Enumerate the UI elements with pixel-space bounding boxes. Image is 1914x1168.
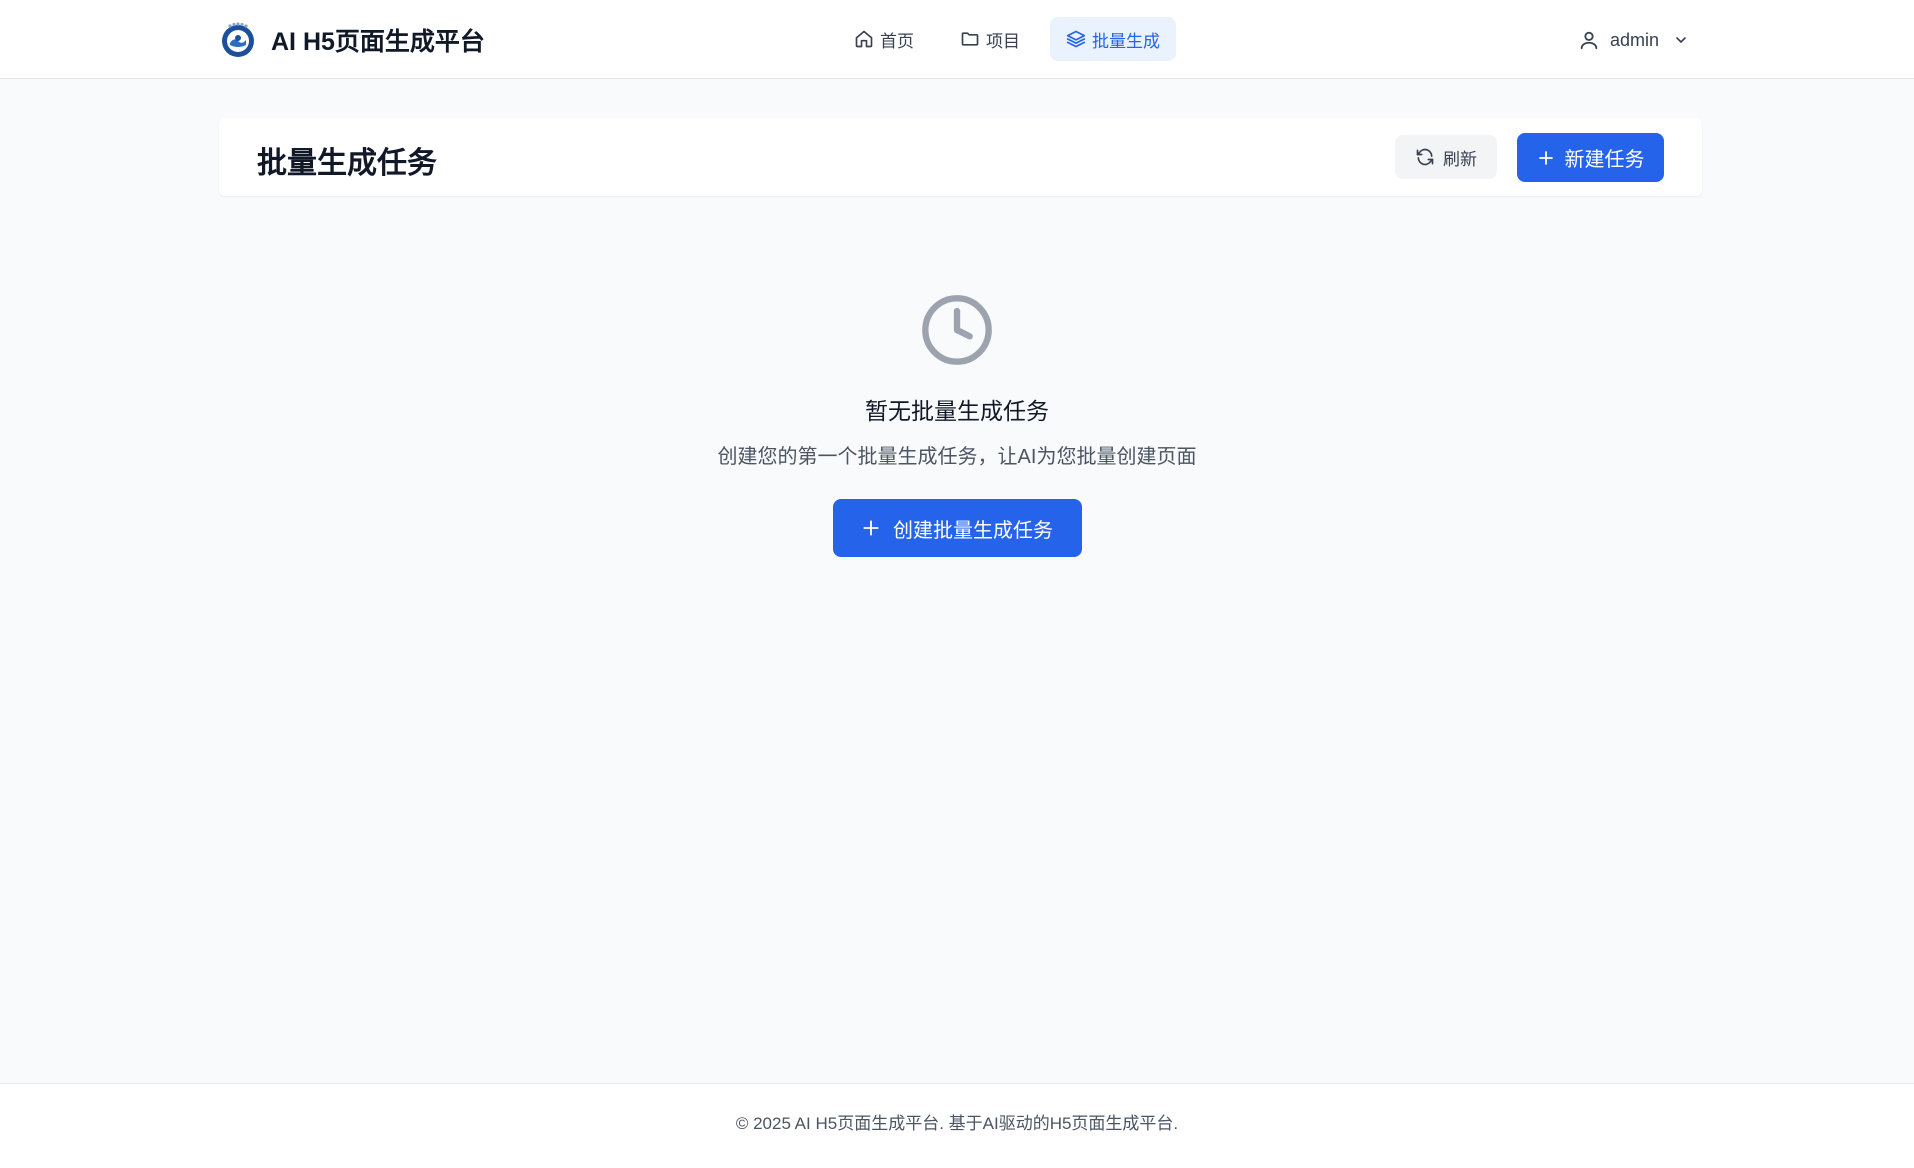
nav-item-projects[interactable]: 项目 (944, 17, 1036, 61)
user-name: admin (1610, 29, 1660, 50)
page-title: 批量生成任务 (257, 147, 437, 180)
nav-item-home[interactable]: 首页 (838, 17, 930, 61)
folder-icon (961, 32, 979, 46)
plus-icon (1538, 150, 1553, 165)
nav-item-label: 首页 (880, 31, 914, 51)
nav-item-batch-generate[interactable]: 批量生成 (1050, 17, 1176, 61)
layers-icon (1066, 30, 1086, 48)
plus-icon (863, 520, 879, 536)
top-navbar: AI H5页面生成平台 首页 项目 批量生成 admin (0, 0, 1914, 79)
nav-item-label: 批量生成 (1092, 31, 1160, 51)
page-header-card: 批量生成任务 刷新 新建任务 (219, 118, 1702, 196)
empty-state-description: 创建您的第一个批量生成任务，让AI为您批量创建页面 (717, 446, 1197, 468)
clock-icon (922, 295, 992, 365)
new-task-button[interactable]: 新建任务 (1517, 133, 1664, 182)
new-task-button-label: 新建任务 (1564, 149, 1645, 171)
create-batch-task-button[interactable]: 创建批量生成任务 (832, 499, 1082, 557)
user-menu[interactable]: admin (1578, 22, 1689, 58)
refresh-button[interactable]: 刷新 (1395, 135, 1497, 179)
brand[interactable]: AI H5页面生成平台 (219, 20, 485, 60)
home-icon (855, 30, 873, 48)
create-batch-task-label: 创建批量生成任务 (893, 519, 1053, 542)
main-nav: 首页 项目 批量生成 (838, 17, 1176, 61)
refresh-icon (1416, 148, 1434, 166)
emblem-logo-icon (219, 21, 257, 59)
chevron-down-icon (1676, 37, 1686, 43)
refresh-button-label: 刷新 (1443, 149, 1477, 169)
nav-item-label: 项目 (986, 31, 1020, 51)
footer-text: © 2025 AI H5页面生成平台. 基于AI驱动的H5页面生成平台. (735, 1113, 1179, 1133)
empty-state: 暂无批量生成任务 创建您的第一个批量生成任务，让AI为您批量创建页面 创建批量生… (0, 292, 1914, 557)
footer: © 2025 AI H5页面生成平台. 基于AI驱动的H5页面生成平台. (0, 1083, 1914, 1168)
empty-state-title: 暂无批量生成任务 (865, 398, 1049, 424)
user-icon (1580, 31, 1598, 50)
brand-title: AI H5页面生成平台 (271, 28, 485, 56)
